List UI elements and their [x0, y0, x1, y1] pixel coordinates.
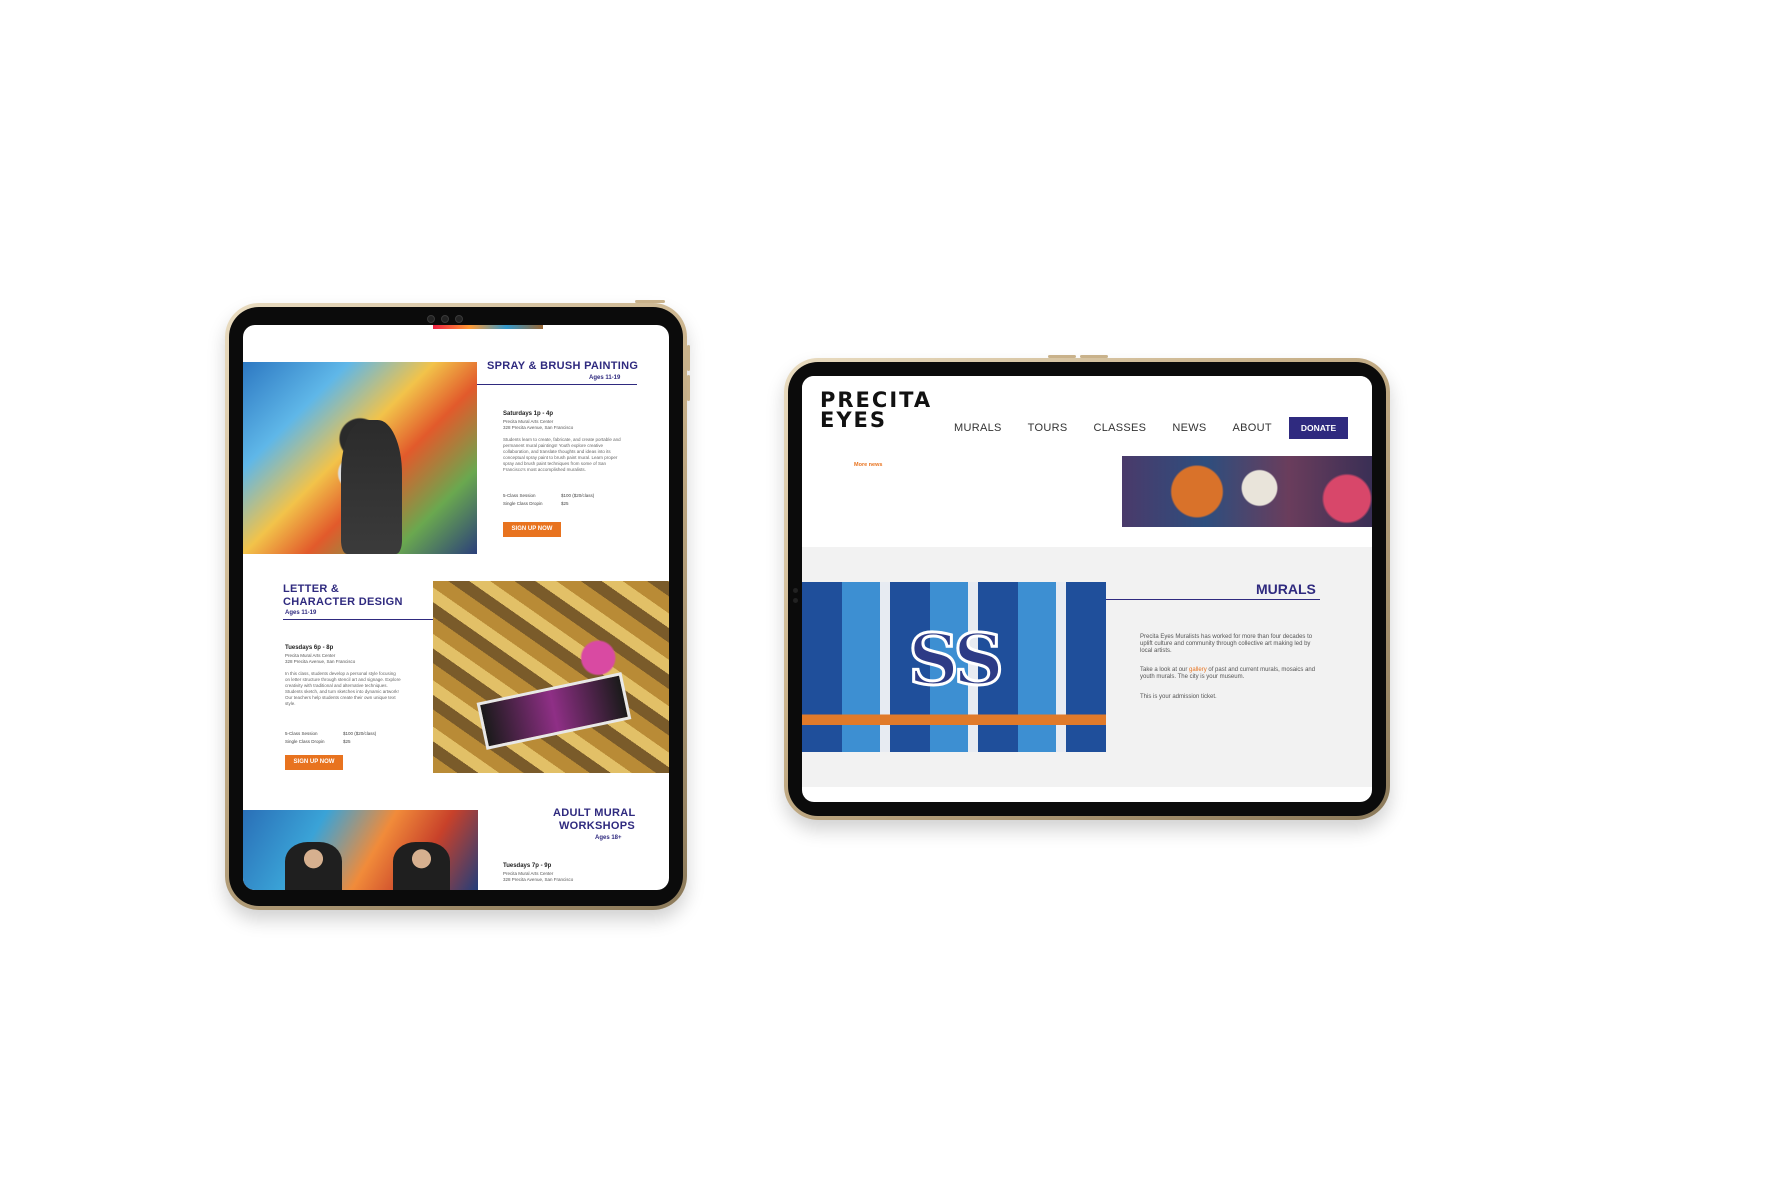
nav-tours[interactable]: TOURS — [1028, 422, 1068, 434]
portrait-tablet: SPRAY & BRUSH PAINTING Ages 11-19 Saturd… — [225, 300, 690, 910]
power-button — [635, 300, 665, 303]
class-spray-brush: SPRAY & BRUSH PAINTING Ages 11-19 Saturd… — [243, 325, 669, 555]
news-mural-image — [1122, 456, 1372, 527]
spray-address: 328 Precita Avenue, San Francisco — [503, 425, 574, 430]
letter-rule — [283, 619, 433, 620]
letter-description: In this class, students develop a person… — [285, 671, 401, 706]
spray-schedule: Saturdays 1p - 4p — [503, 411, 554, 417]
main-nav: MURALS TOURS CLASSES NEWS ABOUT — [954, 422, 1298, 434]
adult-title-line1: ADULT MURAL — [553, 807, 636, 819]
volume-button — [1080, 355, 1108, 358]
spray-price-series: 5-Class Session $100 ($20/class) — [503, 493, 595, 498]
landscape-screen[interactable]: PRECITA EYES MURALS TOURS CLASSES NEWS A… — [802, 376, 1372, 802]
portrait-screen[interactable]: SPRAY & BRUSH PAINTING Ages 11-19 Saturd… — [243, 325, 669, 890]
spray-signup-button[interactable]: SIGN UP NOW — [503, 522, 561, 537]
letter-schedule: Tuesdays 6p - 8p — [285, 645, 334, 651]
nav-about[interactable]: ABOUT — [1233, 422, 1272, 434]
spray-rule — [477, 384, 637, 385]
donate-button[interactable]: DONATE — [1289, 417, 1348, 439]
landscape-tablet: PRECITA EYES MURALS TOURS CLASSES NEWS A… — [784, 355, 1390, 820]
murals-rule — [1106, 599, 1320, 600]
volume-button — [1048, 355, 1076, 358]
letter-address: 328 Precita Avenue, San Francisco — [285, 659, 356, 664]
spray-ages: Ages 11-19 — [589, 375, 621, 381]
volume-button — [687, 375, 690, 401]
adult-ages: Ages 18+ — [595, 835, 622, 841]
more-news-link[interactable]: More news — [854, 462, 882, 468]
precita-eyes-logo[interactable]: PRECITA EYES — [820, 390, 932, 431]
murals-ticket-text: This is your admission ticket. — [1140, 694, 1217, 700]
camera-icon — [427, 315, 463, 323]
gallery-link[interactable]: gallery — [1189, 667, 1207, 673]
letter-signup-button[interactable]: SIGN UP NOW — [285, 755, 343, 770]
site-header: PRECITA EYES MURALS TOURS CLASSES NEWS A… — [802, 376, 1372, 456]
nav-news[interactable]: NEWS — [1172, 422, 1206, 434]
murals-gallery-text: Take a look at our gallery of past and c… — [1140, 667, 1316, 680]
murals-heading: MURALS — [1256, 581, 1316, 597]
class-adult-mural: ADULT MURAL WORKSHOPS Ages 18+ Tuesdays … — [243, 785, 669, 890]
letter-title-line2: CHARACTER DESIGN — [283, 596, 403, 608]
adult-class-photo — [243, 810, 478, 890]
home-button-icon — [793, 598, 798, 603]
nav-murals[interactable]: MURALS — [954, 422, 1002, 434]
nav-classes[interactable]: CLASSES — [1093, 422, 1146, 434]
camera-icon — [793, 588, 798, 593]
letter-price-series: 5-Class Session $100 ($20/class) — [285, 731, 377, 736]
murals-intro-text: Precita Eyes Muralists has worked for mo… — [1140, 634, 1313, 654]
letter-title-line1: LETTER & — [283, 583, 340, 595]
letter-class-photo — [433, 581, 669, 773]
volume-button — [687, 345, 690, 371]
mockup-stage: SPRAY & BRUSH PAINTING Ages 11-19 Saturd… — [0, 0, 1772, 1200]
spray-class-photo — [243, 362, 477, 554]
letter-price-single: Single Class Dropin $25 — [285, 739, 351, 744]
murals-photo: SS — [802, 582, 1106, 752]
spray-price-single: Single Class Dropin $25 — [503, 501, 569, 506]
murals-section: SS MURALS Precita Eyes Muralists has wor… — [802, 547, 1372, 787]
adult-title-line2: WORKSHOPS — [559, 820, 636, 832]
spray-title: SPRAY & BRUSH PAINTING — [487, 360, 639, 372]
adult-address: 328 Precita Avenue, San Francisco — [503, 877, 574, 882]
letter-ages: Ages 11-19 — [285, 610, 317, 616]
adult-schedule: Tuesdays 7p - 9p — [503, 863, 552, 869]
class-letter-character: LETTER & CHARACTER DESIGN Ages 11-19 Tue… — [243, 555, 669, 785]
spray-description: Students learn to create, fabricate, and… — [503, 437, 621, 472]
